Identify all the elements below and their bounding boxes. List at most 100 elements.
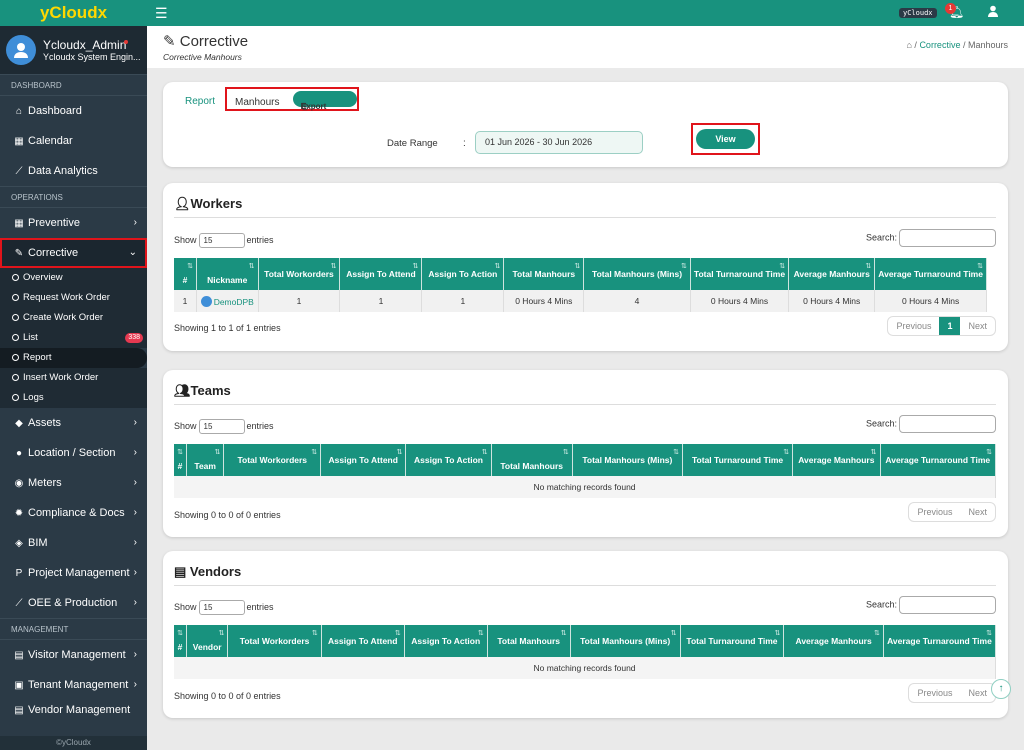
sidebar-item-bim[interactable]: ◈ BIM › bbox=[0, 528, 147, 558]
col-average-turnaround[interactable]: ⇅ Average Turnaround Time bbox=[874, 258, 987, 290]
col-assign-action[interactable]: ⇅ Assign To Action bbox=[404, 625, 488, 657]
header-label: Average Turnaround Time bbox=[878, 269, 983, 279]
col-assign-attend[interactable]: ⇅ Assign To Attend bbox=[321, 625, 405, 657]
col-num[interactable]: ⇅ # bbox=[174, 625, 187, 657]
worker-link[interactable]: DemoDPB bbox=[214, 297, 254, 307]
col-vendor[interactable]: ⇅ Vendor bbox=[186, 625, 229, 657]
sidebar-sub-insert-work-order[interactable]: Insert Work Order bbox=[0, 368, 147, 388]
header-label: Nickname bbox=[207, 275, 248, 285]
col-total-manhours-mins[interactable]: ⇅ Total Manhours (Mins) bbox=[570, 625, 681, 657]
sidebar-item-data-analytics[interactable]: ⟋ Data Analytics bbox=[0, 156, 147, 186]
next-button[interactable]: Next bbox=[960, 684, 995, 702]
col-total-manhours[interactable]: ⇅ Total Manhours bbox=[487, 625, 571, 657]
sidebar-item-tenant-management[interactable]: ▣ Tenant Management › bbox=[0, 670, 147, 700]
view-button[interactable]: View bbox=[696, 129, 755, 149]
sidebar-item-assets[interactable]: ◆ Assets › bbox=[0, 408, 147, 438]
col-total-manhours[interactable]: ⇅ Total Manhours bbox=[491, 444, 573, 476]
sidebar-sub-create-work-order[interactable]: Create Work Order bbox=[0, 308, 147, 328]
teams-title: 👥︎Teams bbox=[174, 383, 231, 399]
next-button[interactable]: Next bbox=[960, 503, 995, 521]
col-total-turnaround[interactable]: ⇅ Total Turnaround Time bbox=[682, 444, 794, 476]
sidebar-item-corrective[interactable]: ✎ Corrective ⌄ bbox=[0, 238, 147, 268]
col-assign-attend[interactable]: ⇅ Assign To Attend bbox=[320, 444, 407, 476]
home-icon[interactable]: ⌂ bbox=[906, 40, 911, 50]
sidebar-item-meters[interactable]: ◉ Meters › bbox=[0, 468, 147, 498]
sidebar-item-compliance-docs[interactable]: ✹ Compliance & Docs › bbox=[0, 498, 147, 528]
sidebar-item-calendar[interactable]: ▦ Calendar bbox=[0, 126, 147, 156]
sidebar-item-dashboard[interactable]: ⌂ Dashboard bbox=[0, 96, 147, 126]
sidebar-sub-logs[interactable]: Logs bbox=[0, 388, 147, 408]
sort-icon: ⇅ bbox=[477, 630, 484, 637]
header-label: Total Manhours (Mins) bbox=[580, 636, 671, 646]
col-total-manhours-mins[interactable]: ⇅ Total Manhours (Mins) bbox=[572, 444, 683, 476]
sidebar-sub-request-work-order[interactable]: Request Work Order bbox=[0, 288, 147, 308]
col-total-manhours[interactable]: ⇅ Total Manhours bbox=[503, 258, 585, 290]
next-button[interactable]: Next bbox=[960, 317, 995, 335]
page-1-button[interactable]: 1 bbox=[939, 317, 961, 335]
sidebar-item-project-management[interactable]: P Project Management › bbox=[0, 558, 147, 588]
cell-manhours: 0 Hours 4 Mins bbox=[503, 290, 585, 312]
col-assign-attend[interactable]: ⇅ Assign To Attend bbox=[339, 258, 423, 290]
search-input[interactable] bbox=[899, 415, 996, 433]
cube-icon: ◈ bbox=[15, 537, 23, 549]
col-total-manhours-mins[interactable]: ⇅ Total Manhours (Mins) bbox=[583, 258, 691, 290]
previous-button[interactable]: Previous bbox=[909, 503, 960, 521]
user-panel[interactable]: Ycloudx_Admin Ycloudx System Engin... bbox=[0, 26, 147, 74]
tab-report[interactable]: Report bbox=[185, 96, 215, 107]
col-team[interactable]: ⇅ Team bbox=[186, 444, 225, 476]
col-assign-action[interactable]: ⇅ Assign To Action bbox=[421, 258, 505, 290]
search-label: Search: bbox=[865, 599, 897, 610]
table-header-row: ⇅ # ⇅ Vendor ⇅ Total Workorders ⇅ Assign To … bbox=[174, 625, 997, 657]
col-average-manhours[interactable]: ⇅ Average Manhours bbox=[788, 258, 876, 290]
tab-manhours[interactable]: Manhours ⎘ Export bbox=[225, 87, 359, 111]
sort-icon: ⇅ bbox=[330, 263, 337, 270]
scroll-to-top-icon[interactable]: ↑ bbox=[991, 679, 1011, 699]
col-total-turnaround[interactable]: ⇅ Total Turnaround Time bbox=[690, 258, 790, 290]
sort-icon: ⇅ bbox=[560, 630, 567, 637]
page-length-select[interactable]: 15 bbox=[198, 233, 245, 248]
sort-icon: ⇅ bbox=[481, 449, 488, 456]
cell-nickname[interactable]: DemoDPB bbox=[196, 290, 259, 312]
user-menu-icon[interactable] bbox=[987, 5, 999, 20]
hamburger-menu-icon[interactable]: ☰ bbox=[155, 5, 168, 22]
page-length-select[interactable]: 15 bbox=[198, 600, 245, 615]
id-card-icon: ▤ bbox=[174, 564, 190, 579]
sort-icon: ⇅ bbox=[218, 630, 225, 637]
col-average-turnaround[interactable]: ⇅ Average Turnaround Time bbox=[880, 444, 997, 476]
date-range-colon: : bbox=[463, 138, 466, 149]
col-average-manhours[interactable]: ⇅ Average Manhours bbox=[792, 444, 881, 476]
sidebar-item-location-section[interactable]: ● Location / Section › bbox=[0, 438, 147, 468]
search-input[interactable] bbox=[899, 596, 996, 614]
sidebar-item-visitor-management[interactable]: ▤ Visitor Management › bbox=[0, 640, 147, 670]
page-length-select[interactable]: 15 bbox=[198, 419, 245, 434]
col-nickname[interactable]: ⇅ Nickname bbox=[196, 258, 259, 290]
breadcrumb-corrective[interactable]: Corrective bbox=[919, 40, 960, 50]
date-range-input[interactable]: 01 Jun 2026 - 30 Jun 2026 bbox=[475, 131, 643, 154]
sidebar-sub-list[interactable]: List 338 bbox=[0, 328, 147, 348]
col-average-manhours[interactable]: ⇅ Average Manhours bbox=[783, 625, 884, 657]
col-average-turnaround[interactable]: ⇅ Average Turnaround Time bbox=[883, 625, 997, 657]
header-label: Total Turnaround Time bbox=[686, 636, 778, 646]
sidebar-item-vendor-management[interactable]: ▤ Vendor Management bbox=[0, 700, 147, 720]
col-total-workorders[interactable]: ⇅ Total Workorders bbox=[227, 625, 322, 657]
sidebar-item-oee-production[interactable]: ⟋ OEE & Production › bbox=[0, 588, 147, 618]
sidebar-sub-label: List bbox=[23, 332, 38, 343]
col-total-turnaround[interactable]: ⇅ Total Turnaround Time bbox=[680, 625, 785, 657]
col-num[interactable]: ⇅ # bbox=[174, 258, 198, 290]
previous-button[interactable]: Previous bbox=[888, 317, 939, 335]
sidebar-item-preventive[interactable]: ▦ Preventive › bbox=[0, 208, 147, 238]
sidebar-item-label: Compliance & Docs bbox=[28, 507, 125, 519]
col-num[interactable]: ⇅ # bbox=[174, 444, 187, 476]
header-label: Total Turnaround Time bbox=[691, 455, 784, 465]
search-input[interactable] bbox=[899, 229, 996, 247]
col-assign-action[interactable]: ⇅ Assign To Action bbox=[405, 444, 492, 476]
brand-logo[interactable]: yCloudx bbox=[0, 0, 147, 26]
col-total-workorders[interactable]: ⇅ Total Workorders bbox=[258, 258, 341, 290]
tenant-tag[interactable]: yCloudx bbox=[899, 8, 937, 18]
sidebar-sub-overview[interactable]: Overview bbox=[0, 268, 147, 288]
header-label: # bbox=[182, 275, 188, 285]
previous-button[interactable]: Previous bbox=[909, 684, 960, 702]
export-button[interactable]: ⎘ Export bbox=[293, 91, 357, 111]
sidebar-sub-report[interactable]: Report bbox=[0, 348, 147, 368]
col-total-workorders[interactable]: ⇅ Total Workorders bbox=[223, 444, 322, 476]
